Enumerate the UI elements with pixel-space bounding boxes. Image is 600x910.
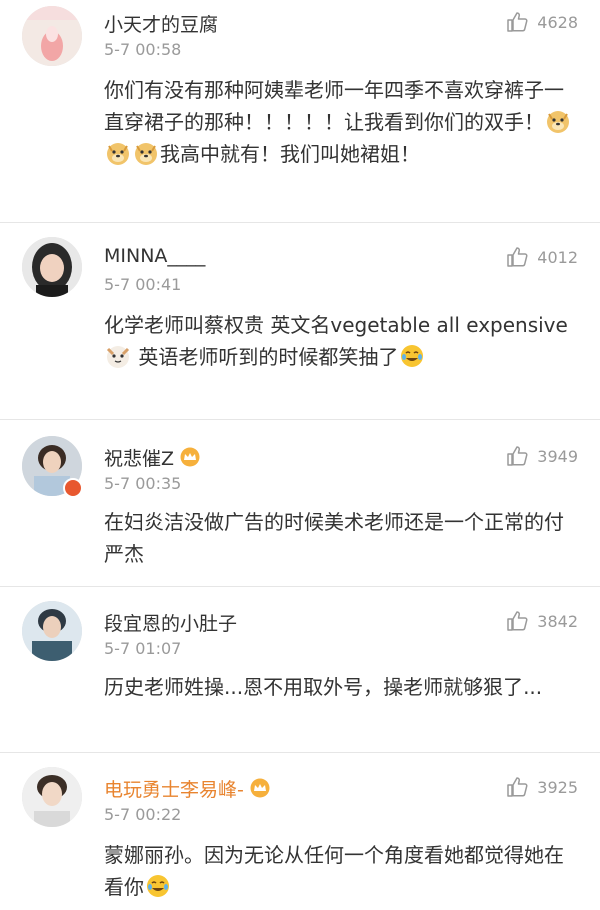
comment-text: 历史老师姓操...恩不用取外号，操老师就够狠了... xyxy=(104,675,543,699)
laugh-cry-emoji xyxy=(399,343,425,369)
like-count: 4012 xyxy=(537,247,578,267)
crown-icon xyxy=(250,778,270,798)
thumbs-up-icon xyxy=(507,247,528,267)
comment-text: 你们有没有那种阿姨辈老师一年四季不喜欢穿裤子一直穿裙子的那种！！！！！让我看到你… xyxy=(104,74,574,170)
thumbs-up-icon xyxy=(507,611,528,631)
comment-text: 化学老师叫蔡权贵 英文名vegetable all expensive 英语老师… xyxy=(104,313,568,369)
doge-emoji xyxy=(105,140,131,166)
username[interactable]: 段宜恩的小肚子 xyxy=(104,609,237,636)
doge-emoji xyxy=(545,108,571,134)
like-button[interactable]: 3949 xyxy=(505,444,578,468)
like-button[interactable]: 4628 xyxy=(505,10,578,34)
comment-text: 在妇炎洁没做广告的时候美术老师还是一个正常的付严杰 xyxy=(104,510,564,566)
comment-item: 电玩勇士李易峰- 5-7 00:22 3925 蒙娜丽孙。因为无论从任何一个角度… xyxy=(0,753,600,910)
username[interactable]: MINNA____ xyxy=(104,245,205,267)
comment-item: 祝悲催Z 5-7 00:35 3949 在妇炎洁没做广告的时候美术老师还是一个正… xyxy=(0,420,600,586)
comment-text: 蒙娜丽孙。因为无论从任何一个角度看她都觉得她在看你 xyxy=(104,843,564,899)
verified-badge xyxy=(63,478,83,498)
timestamp: 5-7 00:58 xyxy=(104,40,182,59)
timestamp: 5-7 00:35 xyxy=(104,474,182,493)
laugh-cry-emoji xyxy=(145,873,171,899)
crown-icon xyxy=(180,447,200,467)
cat-emoji xyxy=(105,343,131,369)
like-count: 3949 xyxy=(537,446,578,466)
thumbs-up-icon xyxy=(507,777,528,797)
like-count: 3842 xyxy=(537,611,578,631)
username[interactable]: 祝悲催Z xyxy=(104,444,202,471)
like-button[interactable]: 3842 xyxy=(505,609,578,633)
thumbs-up-icon xyxy=(507,446,528,466)
comment-item: 段宜恩的小肚子 5-7 01:07 3842 历史老师姓操...恩不用取外号，操… xyxy=(0,587,600,752)
like-button[interactable]: 4012 xyxy=(505,245,578,269)
like-count: 3925 xyxy=(537,777,578,797)
doge-emoji xyxy=(133,140,159,166)
avatar[interactable] xyxy=(22,601,82,661)
avatar[interactable] xyxy=(22,6,82,66)
username[interactable]: 小天才的豆腐 xyxy=(104,10,218,37)
like-count: 4628 xyxy=(537,12,578,32)
comment-item: 小天才的豆腐 5-7 00:58 4628 你们有没有那种阿姨辈老师一年四季不喜… xyxy=(0,0,600,222)
timestamp: 5-7 01:07 xyxy=(104,639,182,658)
username[interactable]: 电玩勇士李易峰- xyxy=(104,775,272,802)
like-button[interactable]: 3925 xyxy=(505,775,578,799)
timestamp: 5-7 00:41 xyxy=(104,275,182,294)
comment-list: 小天才的豆腐 5-7 00:58 4628 你们有没有那种阿姨辈老师一年四季不喜… xyxy=(0,0,600,910)
avatar[interactable] xyxy=(22,237,82,297)
comment-item: MINNA____ 5-7 00:41 4012 化学老师叫蔡权贵 英文名veg… xyxy=(0,223,600,419)
timestamp: 5-7 00:22 xyxy=(104,805,182,824)
avatar[interactable] xyxy=(22,767,82,827)
thumbs-up-icon xyxy=(507,12,528,32)
